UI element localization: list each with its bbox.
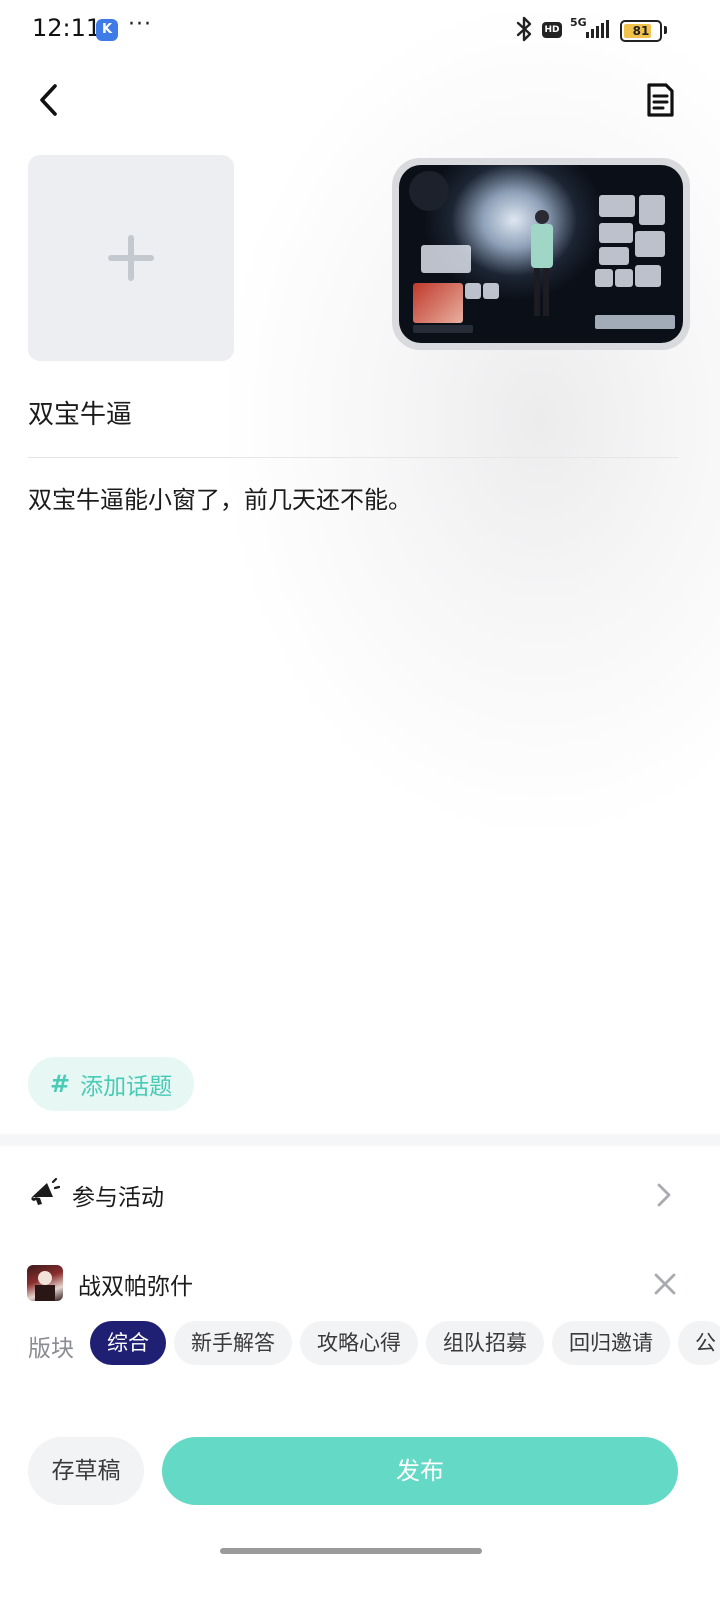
add-topic-label: 添加话题 (80, 1074, 173, 1100)
game-avatar-icon (27, 1265, 63, 1301)
status-time: 12:11 (32, 14, 102, 42)
add-image-button[interactable] (28, 155, 234, 361)
hd-badge: HD (542, 22, 562, 38)
section-selector: 版块 综合 新手解答 攻略心得 组队招募 回归邀请 公 (0, 1318, 720, 1370)
app-notification-icon: K (96, 19, 118, 41)
section-chip-general[interactable]: 综合 (90, 1321, 166, 1365)
section-chip-return-invite[interactable]: 回归邀请 (552, 1321, 670, 1365)
character-figure (529, 210, 553, 320)
bluetooth-icon (512, 16, 536, 46)
join-activity-label: 参与活动 (72, 1185, 164, 1211)
section-chip-guides[interactable]: 攻略心得 (300, 1321, 418, 1365)
add-topic-button[interactable]: # 添加话题 (28, 1057, 195, 1111)
document-list-icon (647, 83, 674, 117)
publish-button[interactable]: 发布 (162, 1437, 678, 1505)
battery-tip (664, 26, 667, 34)
attached-screenshot[interactable] (392, 158, 690, 350)
chevron-right-icon (657, 1183, 671, 1207)
save-draft-button[interactable]: 存草稿 (28, 1437, 144, 1505)
game-screenshot-thumbnail (399, 165, 683, 343)
back-button[interactable] (30, 80, 70, 120)
battery-icon: 81 (620, 20, 662, 42)
network-type: 5G (570, 16, 587, 29)
title-divider (28, 457, 678, 458)
signal-icon (586, 20, 609, 38)
megaphone-icon (31, 1177, 60, 1205)
section-chips: 综合 新手解答 攻略心得 组队招募 回归邀请 公 (90, 1321, 720, 1365)
post-body[interactable]: 双宝牛逼能小窗了，前几天还不能。 (28, 480, 412, 515)
game-row: 战双帕弥什 (0, 1255, 720, 1313)
battery-percent: 81 (632, 24, 650, 38)
home-indicator[interactable] (220, 1548, 482, 1554)
join-activity-row[interactable]: 参与活动 (0, 1160, 720, 1230)
close-icon[interactable] (650, 1269, 680, 1299)
section-separator (0, 1134, 720, 1146)
section-label: 版块 (28, 1336, 74, 1362)
more-notifications-icon: ··· (128, 12, 152, 37)
section-chip-team-recruit[interactable]: 组队招募 (426, 1321, 544, 1365)
post-title[interactable]: 双宝牛逼 (28, 394, 132, 431)
section-chip-newbie-qa[interactable]: 新手解答 (174, 1321, 292, 1365)
chevron-left-icon (40, 84, 57, 116)
section-chip-more[interactable]: 公 (678, 1321, 720, 1365)
game-name: 战双帕弥什 (78, 1274, 193, 1300)
hashtag-icon: # (50, 1070, 71, 1098)
drafts-button[interactable] (640, 80, 680, 120)
